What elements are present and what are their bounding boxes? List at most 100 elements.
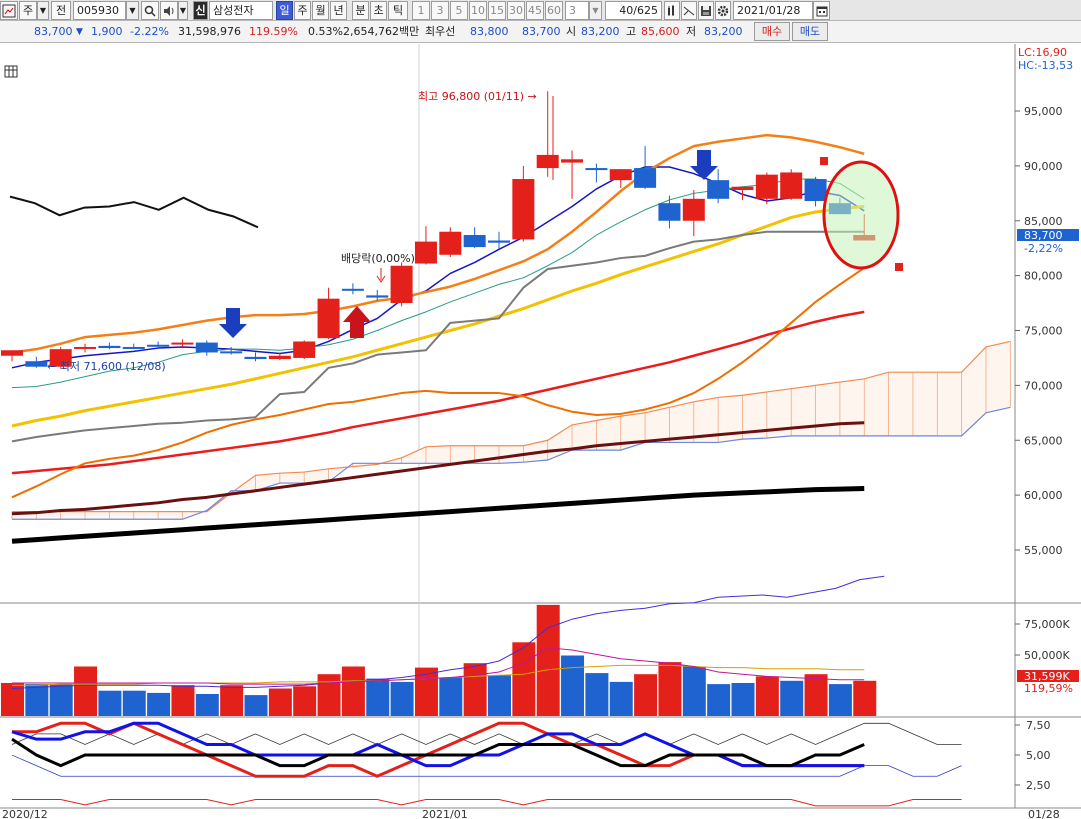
- last-price-label: 83,700: [1024, 229, 1063, 242]
- ma-line-ma60: [11, 204, 865, 428]
- search-icon[interactable]: [141, 1, 159, 20]
- interval-15[interactable]: 15: [488, 1, 506, 20]
- candle-body: [463, 235, 486, 248]
- volume-bar: [853, 680, 877, 716]
- buy-button[interactable]: 매수: [754, 22, 790, 41]
- osc-red-line: [12, 721, 865, 778]
- moving-averages: [9, 133, 865, 544]
- volume-bar: [220, 685, 244, 716]
- candle-body: [366, 295, 389, 298]
- price-change: 1,900: [91, 25, 123, 38]
- candle-body: [317, 298, 340, 339]
- volume-bar: [512, 642, 536, 716]
- volume-bar: [488, 675, 511, 716]
- volume-pane: 75,000K50,000K31,599K119,59%: [1, 575, 1079, 716]
- chart-toolbar: 주 ▼ 전 005930 ▼ ▼ 신 삼성전자 일 주 월 년 분 초 틱 1 …: [0, 0, 1081, 21]
- period-tab-day[interactable]: 일: [276, 1, 293, 20]
- volume-bar: [658, 662, 682, 716]
- open-price: 83,200: [581, 25, 620, 38]
- volume-bar: [171, 685, 195, 716]
- time-label-end: 01/28: [1028, 808, 1060, 819]
- highlight-circle: [822, 160, 900, 270]
- dropdown-arrow-icon[interactable]: ▼: [37, 1, 49, 20]
- candle-body: [390, 265, 413, 304]
- volume-ma-short: [12, 664, 865, 686]
- chart-menu-icon[interactable]: [4, 65, 18, 78]
- gear-icon[interactable]: [715, 1, 731, 20]
- dropdown-arrow-icon[interactable]: ▼: [589, 1, 602, 20]
- speaker-icon[interactable]: [160, 1, 178, 20]
- period-tab-year[interactable]: 년: [330, 1, 347, 20]
- hts-chart-window: 주 ▼ 전 005930 ▼ ▼ 신 삼성전자 일 주 월 년 분 초 틱 1 …: [0, 0, 1081, 819]
- candle-body: [609, 169, 632, 181]
- quote-bar: 83,700 ▼ 1,900 -2.22% 31,598,976 119.59%…: [0, 21, 1081, 43]
- trade-amount: 2,654,762백만: [343, 25, 420, 38]
- last-vol-ratio-label: 119,59%: [1024, 682, 1073, 695]
- interval-10[interactable]: 10: [469, 1, 487, 20]
- interval-input[interactable]: 3: [565, 1, 589, 20]
- chart-menu-icon[interactable]: [0, 1, 18, 20]
- volume-bar: [780, 680, 804, 716]
- best-bid-label: 최우선: [425, 25, 456, 38]
- interval-60[interactable]: 60: [545, 1, 563, 20]
- interval-3[interactable]: 3: [431, 1, 449, 20]
- low-price: 83,200: [704, 25, 743, 38]
- candle-body: [293, 341, 316, 358]
- candles: [1, 91, 876, 368]
- osc-red-base: [12, 799, 962, 807]
- candle-body: [488, 240, 510, 243]
- arrow-down-icon: [219, 308, 247, 338]
- jeon-button[interactable]: 전: [51, 1, 71, 20]
- volume-bar: [439, 677, 463, 716]
- ma-line-ma20: [11, 133, 865, 354]
- volume-value: 31,598,976: [178, 25, 241, 38]
- candle-body: [731, 186, 754, 191]
- candle-body: [414, 241, 437, 264]
- candle-body: [195, 342, 218, 353]
- sell-button[interactable]: 매도: [792, 22, 828, 41]
- period-tab-tick[interactable]: 틱: [388, 1, 408, 20]
- candle-body: [341, 288, 364, 291]
- stock-name-field[interactable]: 삼성전자: [209, 1, 273, 20]
- volume-bar: [293, 686, 317, 716]
- interval-5[interactable]: 5: [450, 1, 468, 20]
- credit-badge: 신: [193, 1, 208, 20]
- interval-1[interactable]: 1: [412, 1, 430, 20]
- volume-bar: [366, 678, 390, 716]
- volume-bar: [561, 655, 585, 716]
- page-count-field[interactable]: 40/625: [605, 1, 662, 20]
- signal-square-marker: [895, 263, 903, 271]
- volume-bar: [609, 681, 633, 716]
- period-tab-minute[interactable]: 분: [352, 1, 369, 20]
- volume-bar: [634, 674, 658, 716]
- last-change-label: -2,22%: [1024, 242, 1063, 255]
- volume-bar: [390, 681, 414, 716]
- grid-icon[interactable]: [681, 1, 697, 20]
- time-axis: 2020/12 2021/01 01/28: [2, 808, 1060, 819]
- volume-bar: [244, 695, 268, 716]
- candle-body: [220, 351, 243, 354]
- market-select[interactable]: 주: [19, 1, 37, 20]
- candle-body: [658, 203, 681, 221]
- volume-bar: [268, 688, 292, 716]
- period-tab-second[interactable]: 초: [370, 1, 387, 20]
- candle-body: [122, 346, 145, 349]
- stock-code-input[interactable]: 005930: [73, 1, 126, 20]
- calendar-icon[interactable]: [813, 1, 830, 20]
- dropdown-arrow-icon[interactable]: ▼: [178, 1, 188, 20]
- dropdown-arrow-icon[interactable]: ▼: [126, 1, 139, 20]
- stock-chart[interactable]: 최고 96,800 (01/11) → ← 최저 71,600 (12/08) 배당…: [0, 44, 1081, 819]
- interval-30[interactable]: 30: [507, 1, 525, 20]
- candle-body: [439, 231, 462, 255]
- date-input[interactable]: 2021/01/28: [733, 1, 813, 20]
- osc-tick-label: 5,00: [1026, 749, 1051, 762]
- save-icon[interactable]: [698, 1, 714, 20]
- price-tick-label: 60,000: [1024, 489, 1063, 502]
- volume-ma-mid: [12, 647, 865, 685]
- period-tab-week[interactable]: 주: [294, 1, 311, 20]
- interval-45[interactable]: 45: [526, 1, 544, 20]
- period-tab-month[interactable]: 월: [312, 1, 329, 20]
- price-tick-label: 75,000: [1024, 325, 1063, 338]
- chart-settings-icon[interactable]: [664, 1, 680, 20]
- volume-ratio: 119.59%: [249, 25, 298, 38]
